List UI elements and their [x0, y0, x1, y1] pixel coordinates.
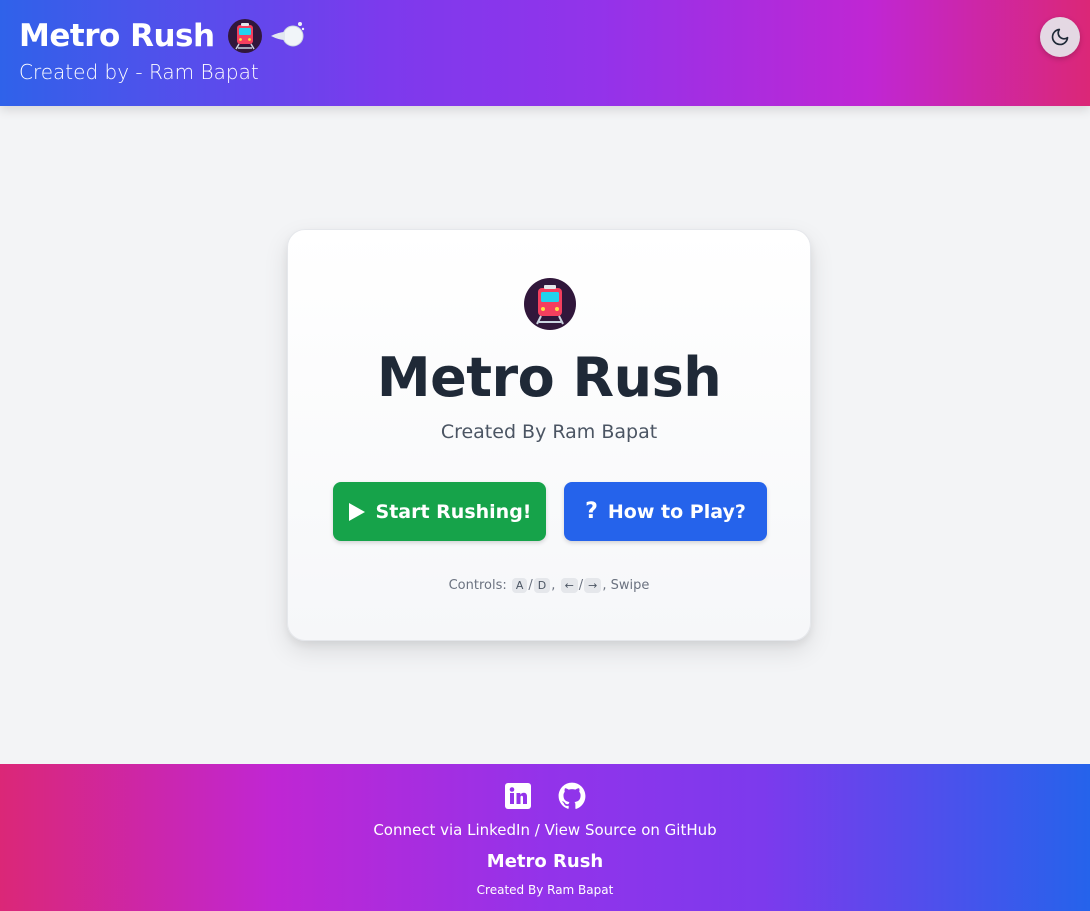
question-icon: ?: [585, 499, 598, 524]
controls-hint: Controls: A / D, ← / →, Swipe: [288, 578, 810, 593]
github-icon[interactable]: [558, 782, 586, 810]
controls-suffix: , Swipe: [602, 578, 650, 593]
how-to-play-button[interactable]: ? How to Play?: [564, 482, 767, 541]
key-comma: ,: [551, 578, 556, 593]
dash-speed-icon: [270, 22, 304, 47]
play-icon: [348, 502, 366, 522]
metro-train-icon: [524, 278, 576, 330]
key-right-arrow: →: [584, 578, 602, 593]
linkedin-icon[interactable]: [504, 782, 532, 810]
app-footer: Connect via LinkedIn / View Source on Gi…: [0, 764, 1090, 911]
footer-connect-text[interactable]: Connect via LinkedIn / View Source on Gi…: [0, 821, 1090, 839]
game-title: Metro Rush: [376, 346, 722, 409]
footer-credit: Created By Ram Bapat: [476, 883, 614, 897]
start-rushing-button[interactable]: Start Rushing!: [333, 482, 546, 541]
key-separator: /: [528, 578, 533, 593]
footer-title: Metro Rush: [486, 851, 604, 872]
header-title-row: Metro Rush: [19, 18, 307, 54]
moon-icon: [1051, 28, 1069, 46]
game-credit: Created By Ram Bapat: [440, 421, 658, 443]
theme-toggle-button[interactable]: [1040, 17, 1080, 57]
controls-prefix: Controls:: [448, 578, 507, 593]
key-d: D: [533, 578, 551, 593]
header-subtitle: Created by - Ram Bapat: [19, 60, 259, 84]
social-links: [0, 782, 1090, 810]
how-to-play-label: How to Play?: [607, 500, 746, 523]
key-a: A: [511, 578, 528, 593]
app-header: Metro Rush Created by - Ram Bapat: [0, 0, 1090, 106]
header-title: Metro Rush: [19, 18, 215, 54]
metro-train-icon: [227, 19, 262, 53]
start-rushing-label: Start Rushing!: [375, 500, 532, 523]
key-separator: /: [578, 578, 584, 593]
start-menu-card: Metro Rush Created By Ram Bapat Start Ru…: [287, 229, 811, 641]
key-left-arrow: ←: [560, 578, 578, 593]
